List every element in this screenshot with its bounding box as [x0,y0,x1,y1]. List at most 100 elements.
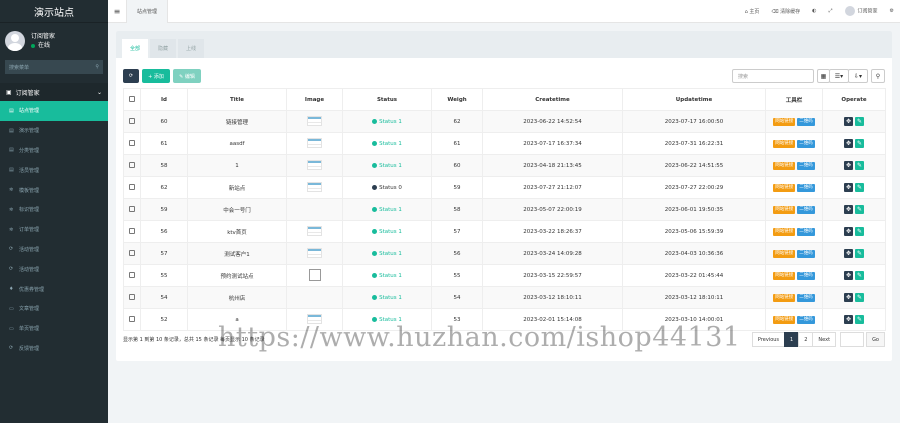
row-checkbox[interactable] [123,308,141,331]
row-checkbox[interactable] [123,264,141,287]
sidebar-item[interactable]: ▤ 演示管理 [0,121,108,141]
site-link-button[interactable]: 网站链接 [773,293,796,302]
edit-pencil-icon[interactable]: ✎ [855,293,864,302]
edit-pencil-icon[interactable]: ✎ [855,117,864,126]
edit-pencil-icon[interactable]: ✎ [855,139,864,148]
cell-status[interactable]: Status 1 [342,110,432,133]
edit-pencil-icon[interactable]: ✎ [855,227,864,236]
site-link-button[interactable]: 网站链接 [773,205,796,214]
site-thumbnail[interactable] [307,181,322,192]
sidebar-item[interactable]: ▤ 站点管理 [0,101,108,121]
sidebar-item[interactable]: ▤ 分类管理 [0,141,108,161]
export-icon[interactable]: ⇩▾ [848,69,868,83]
site-link-button[interactable]: 网站链接 [773,249,796,258]
sidebar-item[interactable]: ♦ 优惠券管理 [0,279,108,299]
sidebar-item[interactable]: ▤ 活员管理 [0,160,108,180]
page-1-button[interactable]: 1 [784,332,800,347]
row-checkbox[interactable] [123,176,141,199]
cell-status[interactable]: Status 1 [342,286,432,309]
qrcode-button[interactable]: 二维码 [797,227,815,236]
home-link[interactable]: ⌂ 主页 [739,8,766,15]
row-checkbox[interactable] [123,132,141,155]
drag-sort-icon[interactable]: ✥ [844,249,853,258]
cell-status[interactable]: Status 1 [342,154,432,177]
columns-icon[interactable]: ☰▾ [829,69,849,83]
qrcode-button[interactable]: 二维码 [797,161,815,170]
table-search-input[interactable]: 搜索 [732,69,814,83]
drag-sort-icon[interactable]: ✥ [844,227,853,236]
select-all-checkbox[interactable] [123,88,141,111]
qrcode-button[interactable]: 二维码 [797,315,815,324]
clear-cache-link[interactable]: ⌫ 清除缓存 [765,8,806,15]
cell-status[interactable]: Status 1 [342,220,432,243]
site-thumbnail[interactable] [307,137,322,148]
qrcode-button[interactable]: 二维码 [797,205,815,214]
qrcode-button[interactable]: 二维码 [797,117,815,126]
site-link-button[interactable]: 网站链接 [773,117,796,126]
table-row[interactable]: 62 新站点 Status 0 59 2023-07-27 21:12:07 2023-0… [123,176,886,199]
site-link-button[interactable]: 网站链接 [773,183,796,192]
row-checkbox[interactable] [123,286,141,309]
site-link-button[interactable]: 网站链接 [773,139,796,148]
col-createtime[interactable]: Createtime [482,88,623,111]
menu-search-input[interactable]: 搜索菜单 ⚲ [5,60,103,74]
table-row[interactable]: 54 杭州店 Status 1 54 2023-03-12 18:10:11 2023-0… [123,286,886,309]
col-weigh[interactable]: Weigh [431,88,483,111]
drag-sort-icon[interactable]: ✥ [844,315,853,324]
edit-pencil-icon[interactable]: ✎ [855,161,864,170]
sidebar-item[interactable]: ▭ 文章管理 [0,299,108,319]
menu-toggle-icon[interactable]: ≡ [108,7,126,16]
broken-image-icon[interactable] [308,268,321,281]
sidebar-item[interactable]: ✲ 模板管理 [0,180,108,200]
next-page-button[interactable]: Next [812,332,837,347]
row-checkbox[interactable] [123,110,141,133]
site-thumbnail[interactable] [307,159,322,170]
cell-status[interactable]: Status 1 [342,242,432,265]
qrcode-button[interactable]: 二维码 [797,139,815,148]
theme-icon[interactable]: ◐ [806,8,822,14]
sidebar-item[interactable]: ✲ 标识管理 [0,200,108,220]
site-thumbnail[interactable] [307,247,322,258]
table-row[interactable]: 60 链接管理 Status 1 62 2023-06-22 14:52:54 2023-… [123,110,886,133]
fullscreen-icon[interactable]: ⤢ [822,8,838,14]
table-row[interactable]: 56 ktv首页 Status 1 57 2023-03-22 18:26:37 2023… [123,220,886,243]
filter-tab[interactable]: 隐藏 [150,39,177,58]
qrcode-button[interactable]: 二维码 [797,293,815,302]
page-jump-input[interactable] [840,332,865,347]
edit-pencil-icon[interactable]: ✎ [855,271,864,280]
cell-status[interactable]: Status 1 [342,198,432,221]
site-thumbnail[interactable] [307,225,322,236]
row-checkbox[interactable] [123,198,141,221]
edit-pencil-icon[interactable]: ✎ [855,205,864,214]
sidebar-group-header[interactable]: ▣ 订阅管家 ⌄ [0,83,108,101]
site-link-button[interactable]: 网站链接 [773,161,796,170]
site-link-button[interactable]: 网站链接 [773,227,796,236]
table-row[interactable]: 57 测试客户1 Status 1 56 2023-03-24 14:09:28 2023… [123,242,886,265]
edit-pencil-icon[interactable]: ✎ [855,183,864,192]
col-title[interactable]: Title [187,88,287,111]
sidebar-item[interactable]: ⟳ 活动管理 [0,259,108,279]
drag-sort-icon[interactable]: ✥ [844,271,853,280]
top-tab-site-manage[interactable]: 站点管理 [126,0,169,23]
sidebar-item[interactable]: ✲ 订单管理 [0,220,108,240]
drag-sort-icon[interactable]: ✥ [844,161,853,170]
site-thumbnail[interactable] [307,115,322,126]
cell-status[interactable]: Status 1 [342,264,432,287]
cell-status[interactable]: Status 1 [342,132,432,155]
page-2-button[interactable]: 2 [798,332,814,347]
prev-page-button[interactable]: Previous [751,332,786,347]
col-status[interactable]: Status [342,88,432,111]
search-icon[interactable]: ⚲ [95,64,99,70]
drag-sort-icon[interactable]: ✥ [844,183,853,192]
row-checkbox[interactable] [123,154,141,177]
row-checkbox[interactable] [123,220,141,243]
col-updatetime[interactable]: Updatetime [622,88,766,111]
add-button[interactable]: + 添加 [142,69,170,83]
table-row[interactable]: 58 1 Status 1 60 2023-04-18 21:13:45 2023-06-… [123,154,886,177]
drag-sort-icon[interactable]: ✥ [844,139,853,148]
table-row[interactable]: 55 预约测试站点 Status 1 55 2023-03-15 22:59:57 202… [123,264,886,287]
site-link-button[interactable]: 网站链接 [773,271,796,280]
col-id[interactable]: Id [140,88,188,111]
edit-button[interactable]: ✎ 编辑 [173,69,201,83]
edit-pencil-icon[interactable]: ✎ [855,315,864,324]
